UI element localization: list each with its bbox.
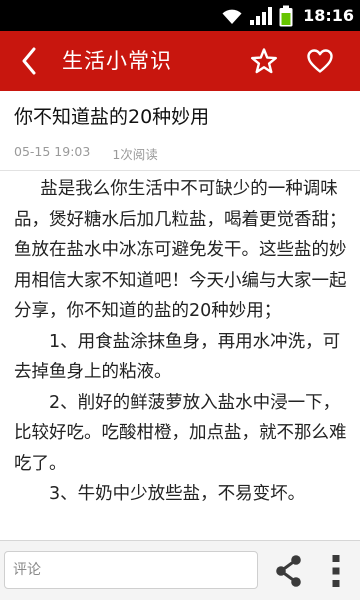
article-paragraph: 1、用食盐涂抹鱼身，再用水冲洗，可去掉鱼身上的粘液。: [14, 331, 341, 383]
article-meta: 05-15 19:03 1次阅读: [14, 144, 158, 163]
more-icon: [332, 555, 340, 587]
status-clock: 18:16: [303, 6, 354, 25]
heart-icon: [307, 49, 333, 73]
share-icon: [276, 555, 301, 587]
article-body[interactable]: 盐是我么你生活中不可缺少的一种调味品，煲好糖水后加几粒盐，喝着更觉香甜； 鱼放在…: [14, 174, 350, 540]
battery-icon: [279, 5, 293, 26]
back-button[interactable]: [14, 45, 44, 77]
signal-icon: [250, 6, 273, 25]
divider: [0, 170, 360, 171]
article-paragraph: 2、削好的鲜菠萝放入盐水中浸一下，比较好吃。吃酸柑橙，加点盐，就不那么难吃了。: [14, 392, 347, 474]
favorite-star-button[interactable]: [248, 45, 280, 77]
star-icon: [251, 48, 277, 74]
app-header: 生活小常识: [0, 31, 360, 91]
article-date: 05-15 19:03: [14, 144, 91, 159]
share-button[interactable]: [272, 553, 306, 589]
article-paragraph: 盐是我么你生活中不可缺少的一种调味品，煲好糖水后加几粒盐，喝着更觉香甜； 鱼放在…: [14, 179, 350, 321]
screen: 18:16 生活小常识 你不知道盐的20种妙用 05-15 19:03 1次阅读…: [0, 0, 360, 600]
page-title: 生活小常识: [62, 49, 172, 73]
like-heart-button[interactable]: [304, 45, 336, 77]
more-button[interactable]: [322, 551, 350, 591]
comment-input[interactable]: [4, 551, 258, 589]
bottom-bar: [0, 540, 360, 600]
article-read-count: 1次阅读: [112, 147, 158, 162]
status-icons: 18:16: [221, 0, 354, 31]
status-bar: 18:16: [0, 0, 360, 31]
article-title: 你不知道盐的20种妙用: [14, 106, 210, 128]
article-paragraph: 3、牛奶中少放些盐，不易变坏。: [49, 484, 306, 504]
wifi-icon: [222, 9, 242, 24]
back-icon: [22, 47, 36, 75]
